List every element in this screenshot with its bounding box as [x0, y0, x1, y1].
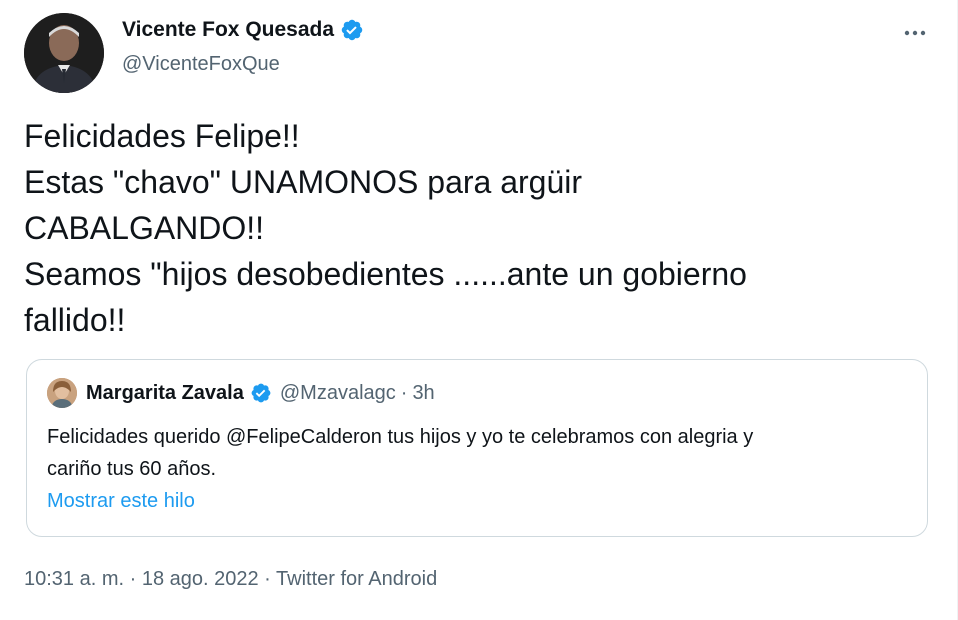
author-name-text[interactable]: Vicente Fox Quesada	[122, 18, 334, 42]
tweet-line: Seamos "hijos desobedientes ......ante u…	[24, 256, 747, 292]
meta-separator: ·	[124, 568, 142, 590]
author-handle[interactable]: @VicenteFoxQue	[122, 53, 280, 76]
verified-badge-icon	[251, 383, 271, 403]
quoted-author-handle: @Mzavalagc	[279, 381, 396, 404]
quoted-tweet-text: Felicidades querido @FelipeCalderon tus …	[47, 421, 907, 485]
avatar-image	[24, 13, 104, 93]
separator-dot: ·	[400, 381, 408, 404]
quoted-tweet-header: Margarita Zavala @Mzavalagc · 3h	[47, 378, 435, 408]
quoted-line: cariño tus 60 años.	[47, 458, 216, 480]
verified-badge-icon	[341, 19, 363, 41]
quoted-tweet[interactable]: Margarita Zavala @Mzavalagc · 3h Felicid…	[26, 359, 928, 537]
tweet-card: Vicente Fox Quesada @VicenteFoxQue Felic…	[0, 0, 958, 620]
tweet-date[interactable]: 18 ago. 2022	[142, 568, 259, 590]
tweet-source: Twitter for Android	[276, 568, 438, 590]
author-avatar[interactable]	[24, 13, 104, 93]
tweet-line: Estas "chavo" UNAMONOS para argüir	[24, 164, 583, 200]
show-thread-link[interactable]: Mostrar este hilo	[47, 490, 195, 513]
author-display-name[interactable]: Vicente Fox Quesada	[122, 18, 364, 42]
tweet-line: fallido!!	[24, 302, 126, 338]
tweet-line: Felicidades Felipe!!	[24, 118, 300, 154]
meta-separator: ·	[258, 568, 277, 590]
tweet-line: CABALGANDO!!	[24, 210, 265, 246]
more-horizontal-icon	[904, 30, 926, 36]
tweet-metadata: 10:31 a. m. · 18 ago. 2022 · Twitter for…	[24, 568, 437, 591]
quoted-timestamp[interactable]: 3h	[412, 382, 434, 405]
quoted-author-avatar	[47, 378, 77, 408]
more-options-button[interactable]	[900, 18, 930, 48]
quoted-author-name: Margarita Zavala	[86, 381, 244, 404]
quoted-avatar-image	[47, 378, 77, 408]
tweet-text: Felicidades Felipe!! Estas "chavo" UNAMO…	[24, 113, 924, 343]
tweet-time[interactable]: 10:31 a. m.	[24, 568, 124, 590]
quoted-line: Felicidades querido @FelipeCalderon tus …	[47, 426, 754, 448]
